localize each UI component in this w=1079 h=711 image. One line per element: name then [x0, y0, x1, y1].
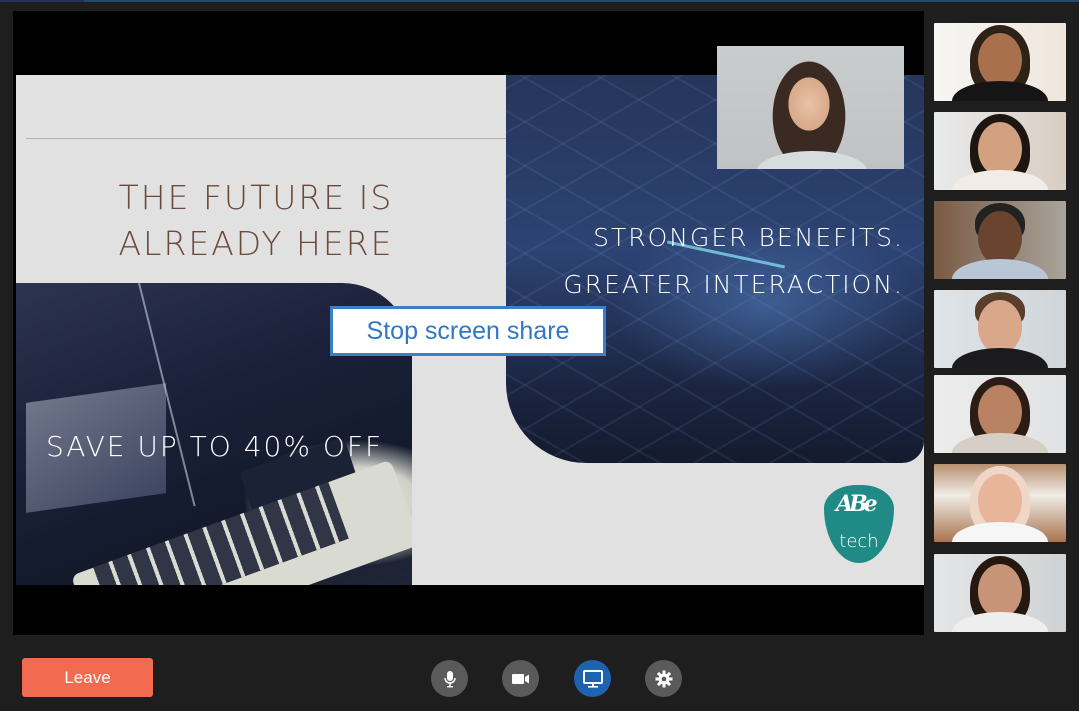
logo-subtext: tech: [839, 531, 879, 552]
participant-body: [952, 81, 1048, 101]
screen-share-button[interactable]: [574, 660, 611, 697]
participant-tile[interactable]: [934, 201, 1066, 279]
settings-button[interactable]: [645, 660, 682, 697]
top-accent-bar: [0, 0, 1079, 2]
participant-tile[interactable]: [934, 112, 1066, 190]
tagline-line2: GREATER INTERACTION.: [563, 270, 904, 299]
leave-button[interactable]: Leave: [22, 658, 153, 697]
video-conference-app: THE FUTURE IS ALREADY HERE SAVE UP TO 40…: [0, 0, 1079, 711]
participant-face: [978, 474, 1022, 528]
participant-body: [952, 612, 1048, 632]
participant-face: [978, 564, 1022, 618]
participant-body: [952, 170, 1048, 190]
participant-face: [978, 122, 1022, 176]
participant-face: [978, 385, 1022, 439]
abc-tech-logo: ABe tech: [824, 485, 894, 563]
participant-face: [978, 300, 1022, 354]
video-camera-icon: [511, 673, 529, 684]
top-accent-segment: [0, 0, 84, 2]
microphone-icon: [443, 670, 456, 687]
participant-body: [952, 522, 1048, 542]
presenter-video: [717, 46, 904, 169]
participant-face: [978, 211, 1022, 265]
participant-body: [952, 259, 1048, 279]
stop-screen-share-button[interactable]: Stop screen share: [330, 306, 606, 356]
slide-title: THE FUTURE IS ALREADY HERE: [76, 175, 436, 267]
microphone-button[interactable]: [431, 660, 468, 697]
slide-divider-line: [26, 138, 506, 139]
camera-button[interactable]: [502, 660, 539, 697]
participant-tile[interactable]: [934, 464, 1066, 542]
presenter-shoulders: [757, 151, 867, 169]
participant-tile[interactable]: [934, 290, 1066, 368]
participant-face: [978, 33, 1022, 87]
slide-title-line2: ALREADY HERE: [118, 224, 394, 263]
promo-text: SAVE UP TO 40% OFF: [46, 430, 384, 463]
participant-tile[interactable]: [934, 554, 1066, 632]
participant-body: [952, 433, 1048, 453]
logo-mark: ABe: [836, 491, 878, 517]
slide-title-line1: THE FUTURE IS: [118, 178, 394, 217]
participant-body: [952, 348, 1048, 368]
screen-share-icon: [582, 669, 603, 688]
participant-tile[interactable]: [934, 23, 1066, 101]
participant-tile[interactable]: [934, 375, 1066, 453]
settings-gear-icon: [655, 670, 672, 687]
tagline-line1: STRONGER BENEFITS.: [593, 223, 904, 252]
